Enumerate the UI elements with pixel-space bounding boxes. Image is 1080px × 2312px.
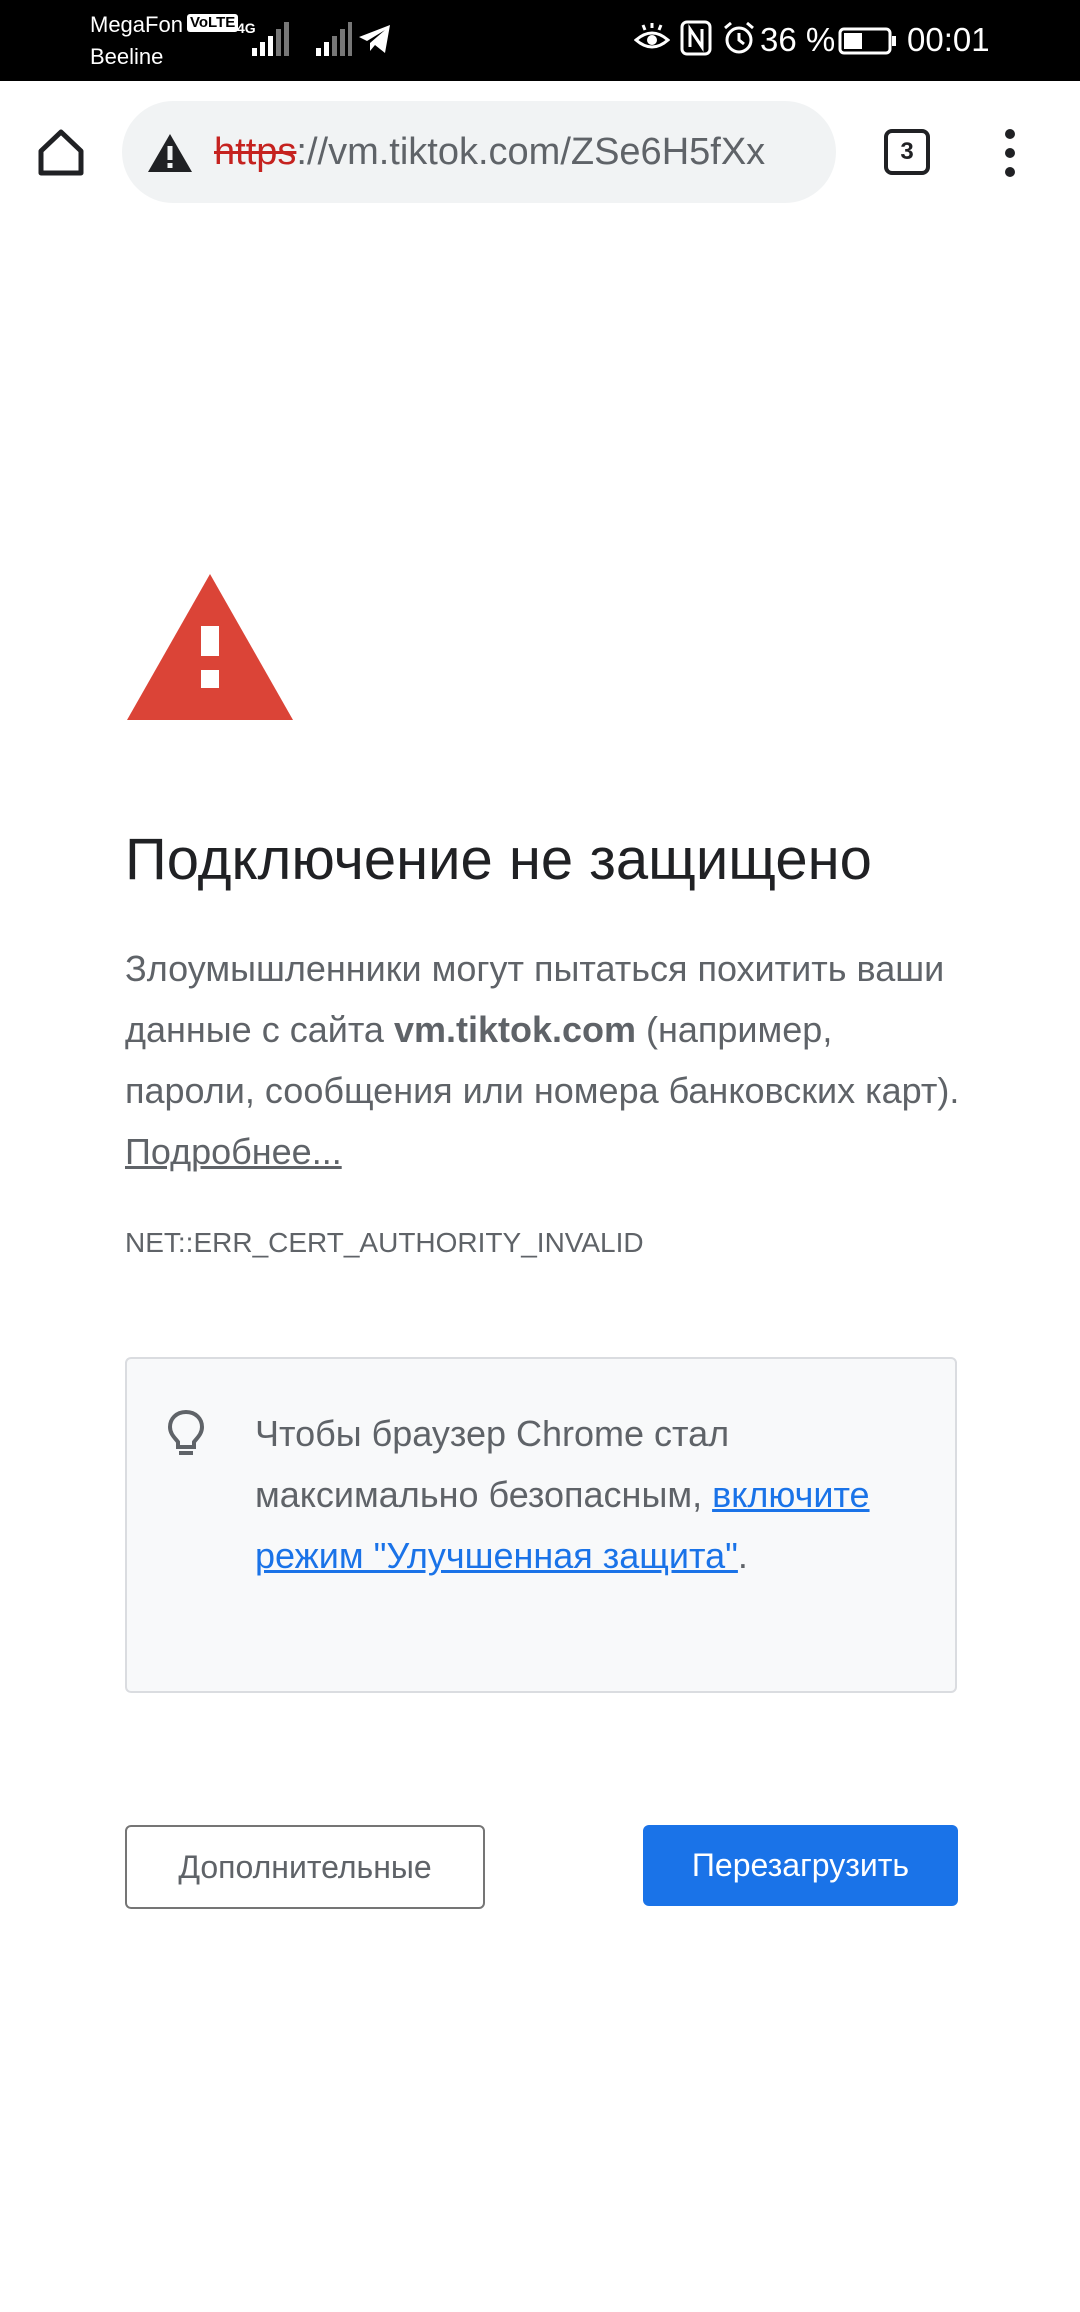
- enhanced-protection-tip: Чтобы браузер Chrome стал максимально бе…: [125, 1357, 957, 1693]
- more-options-icon[interactable]: [990, 123, 1030, 183]
- error-code: NET::ERR_CERT_AUTHORITY_INVALID: [125, 1227, 644, 1258]
- menu-dot: [1005, 129, 1015, 139]
- not-secure-warning-icon[interactable]: [146, 132, 194, 174]
- home-button[interactable]: [30, 121, 92, 183]
- carrier-primary: MegaFon: [90, 12, 183, 37]
- signal-icon: [252, 22, 289, 56]
- telegram-icon: [359, 25, 390, 53]
- tab-switcher-button[interactable]: 3: [884, 129, 930, 175]
- browser-toolbar: https://vm.tiktok.com/ZSe6H5fXx 3: [0, 81, 1080, 223]
- carrier-secondary: Beeline: [90, 44, 164, 69]
- learn-more-link[interactable]: Подробнее...: [125, 1131, 342, 1172]
- url-scheme: https: [214, 131, 297, 173]
- tip-text: Чтобы браузер Chrome стал максимально бе…: [255, 1403, 895, 1586]
- volte-badge: VoLTE: [187, 14, 239, 32]
- eye-comfort-icon: [634, 23, 670, 49]
- warning-triangle-icon: [127, 574, 293, 720]
- tip-text-lead: Чтобы браузер Chrome стал максимально бе…: [255, 1413, 730, 1515]
- battery-icon: [838, 27, 896, 55]
- battery-percent: 36 %: [760, 21, 836, 58]
- reload-button[interactable]: Перезагрузить: [643, 1825, 958, 1906]
- address-bar[interactable]: https://vm.tiktok.com/ZSe6H5fXx: [122, 101, 836, 203]
- site-domain: vm.tiktok.com: [393, 1009, 637, 1050]
- lightbulb-icon: [167, 1409, 205, 1455]
- menu-dot: [1005, 148, 1015, 158]
- home-icon: [38, 129, 84, 176]
- warning-description: Злоумышленники могут пытаться похитить в…: [125, 938, 965, 1182]
- page-title: Подключение не защищено: [125, 827, 872, 892]
- advanced-button[interactable]: Дополнительные: [125, 1825, 485, 1909]
- nfc-icon: [680, 20, 712, 56]
- clock: 00:01: [907, 21, 990, 58]
- menu-dot: [1005, 167, 1015, 177]
- url-host-path: ://vm.tiktok.com/ZSe6H5fXx: [296, 131, 766, 173]
- signal-icon-secondary: [316, 22, 352, 56]
- status-bar: MegaFon VoLTE Beeline 4G 36 % 00:01: [0, 0, 1080, 81]
- url-text: https://vm.tiktok.com/ZSe6H5fXx: [214, 129, 818, 175]
- tip-text-end: .: [737, 1535, 748, 1576]
- alarm-icon: [724, 21, 754, 54]
